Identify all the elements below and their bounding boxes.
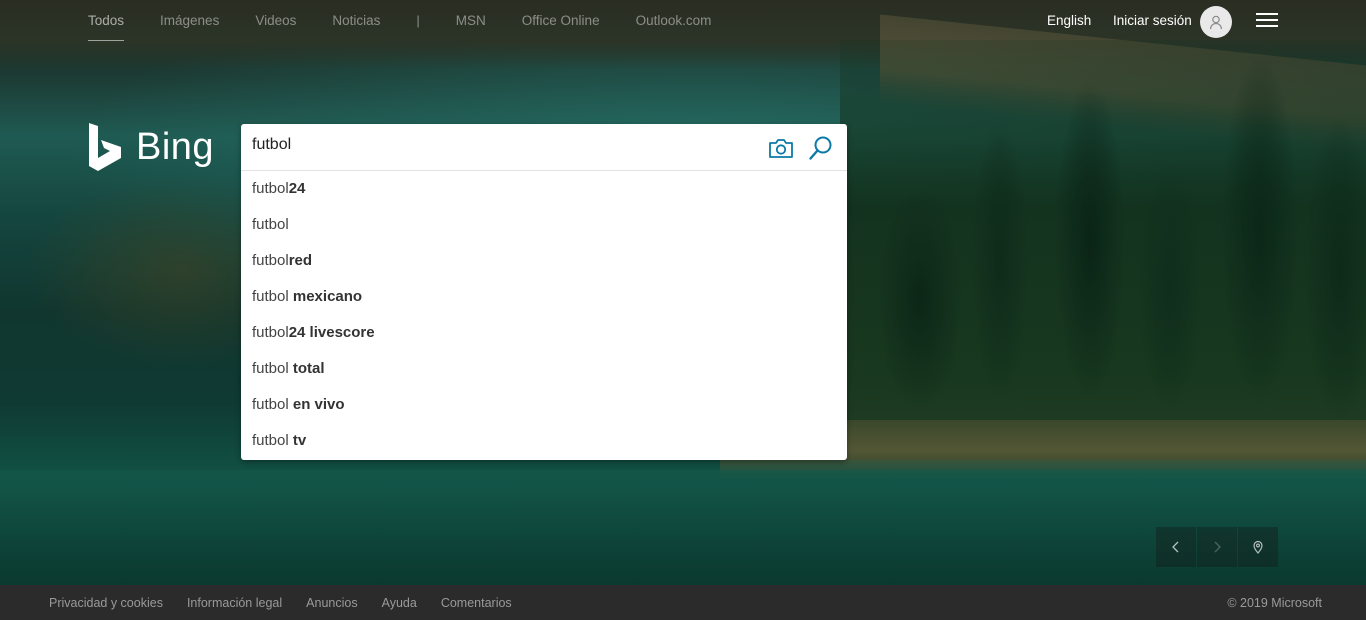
nav-separator: | xyxy=(416,13,420,28)
camera-icon[interactable] xyxy=(768,137,794,159)
suggestion-item[interactable]: futbol mexicano xyxy=(241,279,847,315)
nav-links: Todos Imágenes Videos Noticias | MSN Off… xyxy=(88,13,747,41)
footer-links: Privacidad y cookies Información legal A… xyxy=(49,596,536,610)
search-icon[interactable] xyxy=(808,135,834,161)
hamburger-icon[interactable] xyxy=(1256,13,1278,31)
user-icon[interactable] xyxy=(1200,6,1232,38)
footer-link-privacy[interactable]: Privacidad y cookies xyxy=(49,596,163,610)
search-box: futbol24 futbol futbolred futbol mexican… xyxy=(241,124,847,460)
suggestion-item[interactable]: futbol24 xyxy=(241,171,847,207)
top-navigation: Todos Imágenes Videos Noticias | MSN Off… xyxy=(0,0,1366,42)
suggestion-item[interactable]: futbol total xyxy=(241,351,847,387)
nav-item-msn[interactable]: MSN xyxy=(456,13,486,28)
footer-link-feedback[interactable]: Comentarios xyxy=(441,596,512,610)
signin-link[interactable]: Iniciar sesión xyxy=(1113,13,1192,28)
footer: Privacidad y cookies Información legal A… xyxy=(0,585,1366,620)
footer-link-ads[interactable]: Anuncios xyxy=(306,596,357,610)
suggestion-item[interactable]: futbol en vivo xyxy=(241,387,847,423)
suggestion-list: futbol24 futbol futbolred futbol mexican… xyxy=(241,171,847,459)
language-toggle[interactable]: English xyxy=(1047,13,1091,28)
logo-wordmark: Bing xyxy=(136,125,215,168)
previous-image-button[interactable] xyxy=(1156,527,1196,567)
search-input[interactable] xyxy=(252,136,732,154)
nav-item-imagenes[interactable]: Imágenes xyxy=(160,13,219,28)
suggestion-item[interactable]: futbol24 livescore xyxy=(241,315,847,351)
copyright: © 2019 Microsoft xyxy=(1227,596,1322,610)
suggestion-item[interactable]: futbol tv xyxy=(241,423,847,459)
chevron-left-icon xyxy=(1172,541,1179,553)
search-row xyxy=(241,124,847,171)
suggestion-item[interactable]: futbolred xyxy=(241,243,847,279)
chevron-right-icon xyxy=(1214,541,1221,553)
location-button[interactable] xyxy=(1238,527,1278,567)
footer-link-legal[interactable]: Información legal xyxy=(187,596,282,610)
nav-item-videos[interactable]: Videos xyxy=(255,13,296,28)
nav-item-outlook[interactable]: Outlook.com xyxy=(636,13,712,28)
suggestion-item[interactable]: futbol xyxy=(241,207,847,243)
bing-logo[interactable]: Bing xyxy=(88,122,214,172)
next-image-button[interactable] xyxy=(1197,527,1237,567)
bing-logo-icon xyxy=(89,123,121,171)
location-pin-icon xyxy=(1253,540,1263,554)
footer-link-help[interactable]: Ayuda xyxy=(382,596,417,610)
nav-item-office-online[interactable]: Office Online xyxy=(522,13,600,28)
nav-item-noticias[interactable]: Noticias xyxy=(332,13,380,28)
nav-item-todos[interactable]: Todos xyxy=(88,13,125,41)
